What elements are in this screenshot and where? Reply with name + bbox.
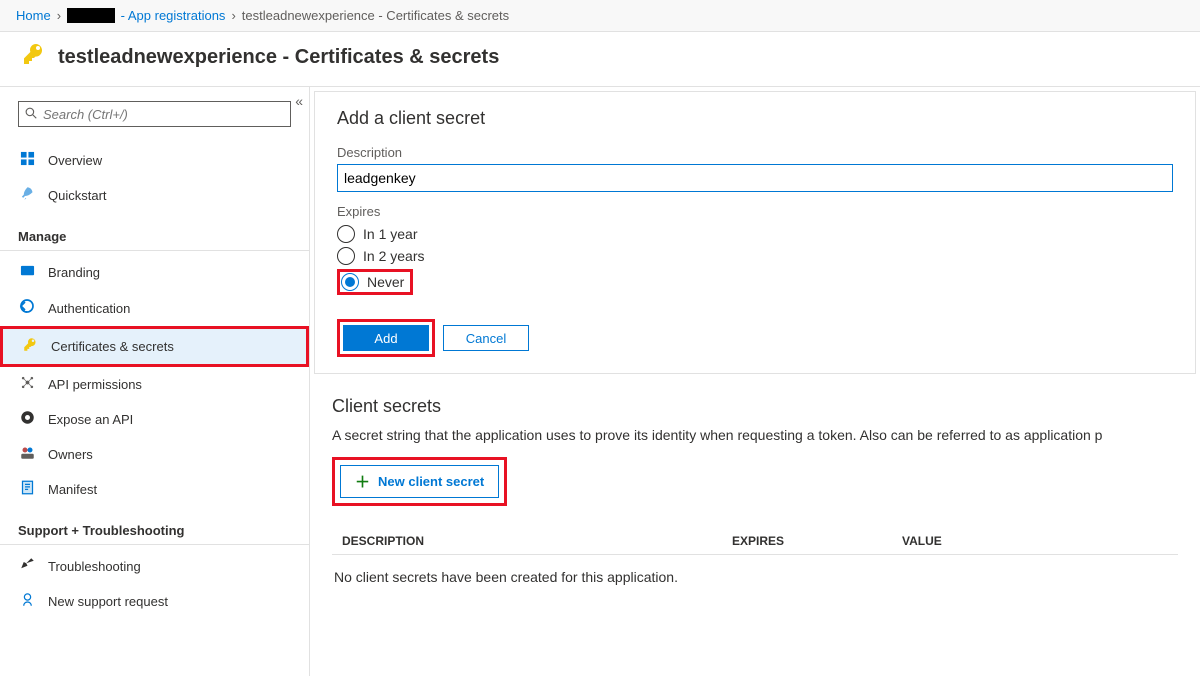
add-button[interactable]: Add [343, 325, 429, 351]
sidebar-item-authentication[interactable]: Authentication [0, 290, 309, 326]
breadcrumb-app-registrations[interactable]: - App registrations [121, 8, 226, 23]
content-pane: Add a client secret Description Expires … [310, 87, 1200, 676]
col-description: DESCRIPTION [342, 534, 732, 548]
sidebar-section-manage: Manage [0, 219, 309, 251]
rocket-icon [18, 186, 36, 205]
sidebar-item-branding[interactable]: Branding [0, 255, 309, 290]
radio-icon[interactable] [337, 247, 355, 265]
breadcrumb-redacted [67, 8, 115, 23]
api-perm-icon [18, 375, 36, 394]
key-icon [21, 337, 39, 356]
wrench-icon [18, 557, 36, 576]
new-client-secret-label: New client secret [378, 474, 484, 489]
tag-icon [18, 263, 36, 282]
form-title: Add a client secret [337, 108, 1173, 129]
new-client-secret-button[interactable]: ＋ New client secret [340, 465, 499, 498]
radio-icon[interactable] [337, 225, 355, 243]
sidebar-item-label: Overview [48, 153, 102, 168]
secrets-empty-message: No client secrets have been created for … [332, 555, 1178, 585]
radio-label: In 2 years [363, 248, 424, 264]
breadcrumb-home[interactable]: Home [16, 8, 51, 23]
col-expires: EXPIRES [732, 534, 902, 548]
sidebar-item-label: Owners [48, 447, 93, 462]
sidebar-item-new-support-request[interactable]: New support request [0, 584, 309, 619]
sidebar-item-owners[interactable]: Owners [0, 437, 309, 472]
sidebar-item-api-permissions[interactable]: API permissions [0, 367, 309, 402]
grid-icon [18, 151, 36, 170]
sidebar-search[interactable] [18, 101, 291, 127]
sidebar-item-label: Expose an API [48, 412, 133, 427]
sidebar-item-certificates-secrets[interactable]: Certificates & secrets [0, 326, 309, 367]
sidebar-item-label: Authentication [48, 301, 130, 316]
description-label: Description [337, 145, 1173, 160]
sidebar-item-label: New support request [48, 594, 168, 609]
page-title-bar: testleadnewexperience - Certificates & s… [0, 32, 1200, 87]
sidebar-item-label: API permissions [48, 377, 142, 392]
sidebar-item-manifest[interactable]: Manifest [0, 472, 309, 507]
expires-option-never[interactable]: Never [337, 269, 413, 295]
add-client-secret-panel: Add a client secret Description Expires … [314, 91, 1196, 374]
sidebar: « Overview Quickstart Manage Branding [0, 87, 310, 676]
search-input[interactable] [43, 107, 284, 122]
key-icon [22, 42, 46, 72]
search-icon [25, 107, 37, 122]
support-icon [18, 592, 36, 611]
radio-label: Never [367, 274, 404, 290]
description-input[interactable] [337, 164, 1173, 192]
chevron-right-icon: › [57, 8, 61, 23]
expose-api-icon [18, 410, 36, 429]
cancel-button[interactable]: Cancel [443, 325, 529, 351]
client-secrets-section: Client secrets A secret string that the … [310, 390, 1200, 607]
expires-label: Expires [337, 204, 1173, 219]
secrets-table-header: DESCRIPTION EXPIRES VALUE [332, 528, 1178, 555]
radio-icon[interactable] [341, 273, 359, 291]
owners-icon [18, 445, 36, 464]
sidebar-item-label: Certificates & secrets [51, 339, 174, 354]
page-title: testleadnewexperience - Certificates & s… [58, 46, 499, 69]
sidebar-item-label: Branding [48, 265, 100, 280]
radio-label: In 1 year [363, 226, 417, 242]
plus-icon: ＋ [355, 471, 370, 492]
expires-option-2years[interactable]: In 2 years [337, 245, 1173, 267]
sidebar-item-expose-api[interactable]: Expose an API [0, 402, 309, 437]
breadcrumb-current: testleadnewexperience - Certificates & s… [242, 8, 509, 23]
client-secrets-title: Client secrets [332, 396, 1178, 417]
sidebar-item-overview[interactable]: Overview [0, 143, 309, 178]
sidebar-item-quickstart[interactable]: Quickstart [0, 178, 309, 213]
manifest-icon [18, 480, 36, 499]
col-value: VALUE [902, 534, 1168, 548]
new-client-secret-highlight: ＋ New client secret [332, 457, 507, 506]
client-secrets-intro: A secret string that the application use… [332, 427, 1178, 443]
add-button-highlight: Add [337, 319, 435, 357]
breadcrumb: Home › - App registrations › testleadnew… [0, 0, 1200, 32]
sidebar-section-support: Support + Troubleshooting [0, 513, 309, 545]
expires-option-1year[interactable]: In 1 year [337, 223, 1173, 245]
collapse-sidebar-icon[interactable]: « [295, 93, 303, 109]
sidebar-item-label: Manifest [48, 482, 97, 497]
sidebar-item-troubleshooting[interactable]: Troubleshooting [0, 549, 309, 584]
chevron-right-icon: › [231, 8, 235, 23]
auth-icon [18, 298, 36, 318]
sidebar-item-label: Troubleshooting [48, 559, 141, 574]
sidebar-item-label: Quickstart [48, 188, 107, 203]
